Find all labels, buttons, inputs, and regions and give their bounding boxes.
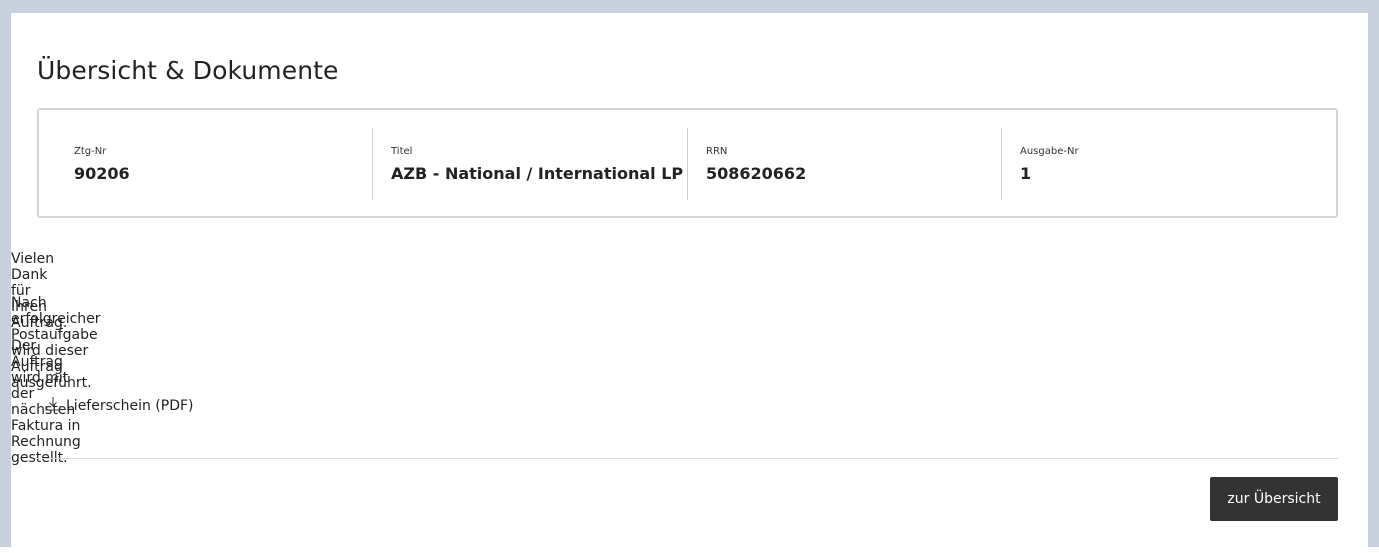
page-frame: Übersicht & Dokumente Ztg-Nr 90206 Titel… (0, 0, 1379, 553)
download-icon (44, 395, 66, 417)
page-title: Übersicht & Dokumente (37, 56, 339, 85)
rrn-value: 508620662 (706, 164, 807, 183)
delivery-note-download-link[interactable]: Lieferschein (PDF) (44, 395, 194, 417)
divider (37, 458, 1338, 459)
titel-field: Titel AZB - National / International LP (372, 128, 687, 200)
ztg-label: Ztg-Nr (74, 146, 107, 157)
ztg-value: 90206 (74, 164, 130, 183)
rrn-label: RRN (706, 146, 728, 157)
order-info-box: Ztg-Nr 90206 Titel AZB - National / Inte… (37, 108, 1338, 218)
overview-button[interactable]: zur Übersicht (1210, 477, 1338, 521)
titel-label: Titel (391, 146, 413, 157)
ausgabe-field: Ausgabe-Nr 1 (1001, 128, 1336, 200)
ausgabe-label: Ausgabe-Nr (1020, 146, 1079, 157)
download-label: Lieferschein (PDF) (66, 398, 194, 414)
rrn-field: RRN 508620662 (687, 128, 1001, 200)
content-card: Übersicht & Dokumente Ztg-Nr 90206 Titel… (11, 13, 1368, 553)
ztg-field: Ztg-Nr 90206 (39, 110, 372, 216)
titel-value: AZB - National / International LP (391, 164, 684, 183)
ausgabe-value: 1 (1020, 164, 1032, 183)
